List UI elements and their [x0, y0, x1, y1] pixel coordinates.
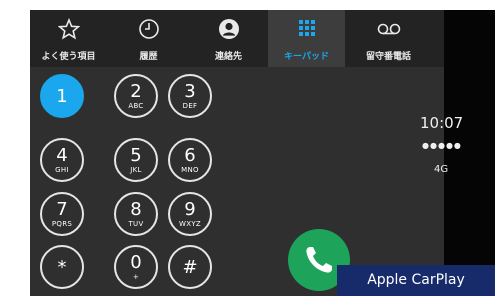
keypad-icon	[268, 17, 345, 41]
key-6[interactable]: 6 MNO	[168, 138, 212, 182]
network-type: 4G	[434, 164, 449, 175]
tab-contacts-label: 連絡先	[214, 52, 242, 62]
keypad-area: 1 2 ABC 3 DEF 4 GHI 5 JKL 6 MNO 7 PQRS 8…	[30, 67, 444, 296]
key-4[interactable]: 4 GHI	[40, 138, 84, 182]
key-1[interactable]: 1	[40, 74, 84, 118]
key-digit: 7	[56, 199, 68, 220]
tab-voicemail-label: 留守番電話	[365, 52, 411, 62]
key-0[interactable]: 0 +	[114, 245, 158, 289]
key-digit: 4	[56, 145, 68, 166]
key-digit: *	[57, 257, 67, 278]
key-digit: 0	[130, 252, 142, 273]
signal-strength: ●●●●●	[422, 141, 462, 150]
tab-favorites-label: よく使う項目	[41, 52, 96, 62]
key-digit: 3	[184, 81, 196, 102]
status-panel	[444, 10, 495, 296]
key-digit: 8	[130, 199, 142, 220]
key-digit: 6	[184, 145, 196, 166]
key-letters: +	[132, 273, 140, 281]
key-digit: #	[182, 257, 198, 278]
key-hash[interactable]: #	[168, 245, 212, 289]
tab-favorites[interactable]: よく使う項目	[30, 10, 107, 67]
tab-keypad[interactable]: キーパッド	[268, 10, 345, 67]
key-letters: WXYZ	[179, 220, 201, 228]
key-digit: 2	[130, 81, 142, 102]
key-digit: 1	[56, 86, 68, 107]
tab-contacts[interactable]: 連絡先	[190, 10, 267, 67]
tab-recents[interactable]: 履歴	[110, 10, 187, 67]
key-letters: MNO	[181, 166, 199, 174]
star-icon	[30, 17, 107, 41]
key-letters: PQRS	[51, 220, 73, 228]
key-3[interactable]: 3 DEF	[168, 74, 212, 118]
key-5[interactable]: 5 JKL	[114, 138, 158, 182]
key-letters: ABC	[128, 102, 144, 110]
carplay-screen: よく使う項目 履歴 連絡先 キーパッド 留守番電話 1 2 ABC 3 DEF …	[30, 10, 495, 296]
key-letters: JKL	[130, 166, 142, 174]
key-7[interactable]: 7 PQRS	[40, 192, 84, 236]
tab-recents-label: 履歴	[139, 52, 158, 62]
key-9[interactable]: 9 WXYZ	[168, 192, 212, 236]
key-letters: TUV	[128, 220, 144, 228]
key-letters: GHI	[55, 166, 69, 174]
apple-carplay-banner: Apple CarPlay	[337, 265, 495, 296]
key-letters: DEF	[182, 102, 198, 110]
tab-keypad-label: キーパッド	[284, 52, 329, 62]
tab-voicemail[interactable]: 留守番電話	[350, 10, 427, 67]
key-star[interactable]: *	[40, 245, 84, 289]
key-8[interactable]: 8 TUV	[114, 192, 158, 236]
clock-icon	[110, 17, 187, 41]
contact-icon	[190, 17, 267, 41]
clock-time: 10:07	[420, 114, 464, 132]
voicemail-icon	[350, 17, 427, 41]
key-digit: 9	[184, 199, 196, 220]
key-digit: 5	[130, 145, 142, 166]
key-2[interactable]: 2 ABC	[114, 74, 158, 118]
tab-bar: よく使う項目 履歴 連絡先 キーパッド 留守番電話	[30, 10, 444, 67]
